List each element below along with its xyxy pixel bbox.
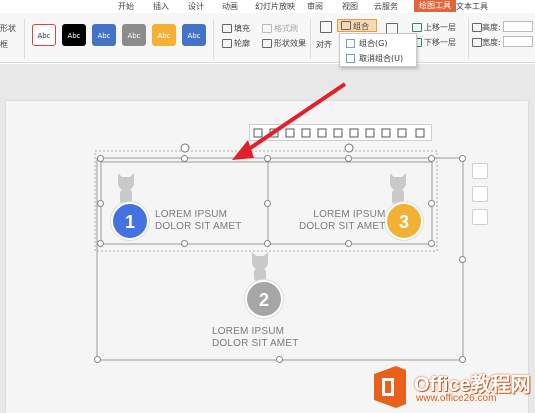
item-1-text[interactable]: LOREM IPSUM DOLOR SIT AMET: [155, 209, 242, 233]
shape-plus-icon[interactable]: [472, 163, 488, 179]
resize-handle[interactable]: [97, 200, 104, 207]
number-circle-1[interactable]: 1: [111, 202, 149, 240]
ribbon: 形状 框 Abc Abc Abc Abc Abc Abc 填充 格式刷 轮廓 形…: [0, 13, 535, 63]
ungroup-menu-item[interactable]: 取消组合(U): [343, 52, 415, 65]
shape-style-blue-2[interactable]: Abc: [182, 24, 206, 46]
width-label: 宽度:: [482, 38, 501, 47]
resize-handle[interactable]: [264, 200, 271, 207]
resize-handle[interactable]: [264, 155, 271, 162]
number-circle-3[interactable]: 3: [385, 202, 423, 240]
resize-handle[interactable]: [276, 356, 283, 363]
shape-style-white[interactable]: Abc: [32, 24, 56, 46]
resize-handle[interactable]: [428, 200, 435, 207]
tab-view[interactable]: 视图: [342, 1, 358, 12]
resize-handle[interactable]: [181, 240, 188, 247]
format-painter-icon: [262, 24, 272, 33]
tab-cloud[interactable]: 云服务: [374, 1, 398, 12]
item-3-line2: DOLOR SIT AMET: [299, 221, 386, 232]
resize-handle[interactable]: [97, 240, 104, 247]
tab-animation[interactable]: 动画: [222, 1, 238, 12]
office26-watermark: Office教程网 www.office26.com: [368, 362, 535, 413]
group-button[interactable]: 组合: [353, 21, 369, 32]
height-icon: [472, 23, 482, 32]
group-icon: [346, 39, 355, 48]
item-1-line1: LOREM IPSUM: [155, 209, 228, 220]
item-3-line1: LOREM IPSUM: [313, 209, 386, 220]
resize-handle[interactable]: [345, 155, 352, 162]
send-backward-button[interactable]: 下移一层: [424, 37, 456, 48]
menu-bar: 开始 插入 设计 动画 幻灯片放映 审阅 视图 云服务 绘图工具 文本工具: [0, 0, 535, 13]
resize-handle[interactable]: [459, 155, 466, 162]
tab-design[interactable]: 设计: [188, 1, 204, 12]
tab-slideshow[interactable]: 幻灯片放映: [255, 1, 295, 12]
outline-button[interactable]: 轮廓: [234, 38, 250, 49]
resize-handle[interactable]: [428, 155, 435, 162]
tab-text-tools[interactable]: 文本工具: [456, 1, 488, 12]
group-dropdown: 组合(G) 取消组合(U): [339, 33, 417, 67]
resize-handle[interactable]: [345, 240, 352, 247]
bring-forward-button[interactable]: 上移一层: [424, 22, 456, 33]
item-1-line2: DOLOR SIT AMET: [155, 221, 242, 232]
resize-handle[interactable]: [428, 240, 435, 247]
shape-effects-icon: [262, 39, 272, 48]
shape-style-black[interactable]: Abc: [62, 24, 86, 46]
resize-handle[interactable]: [264, 240, 271, 247]
width-input[interactable]: [503, 36, 533, 47]
shape-style-icon[interactable]: [472, 209, 488, 225]
bring-forward-icon: [412, 23, 422, 32]
number-circle-2[interactable]: 2: [245, 280, 283, 318]
group-button-highlight[interactable]: 组合: [337, 19, 377, 32]
ungroup-menu-label: 取消组合(U): [359, 54, 404, 63]
width-icon: [472, 38, 482, 47]
item-2-line2: DOLOR SIT AMET: [212, 338, 299, 349]
group-menu-label: 组合(G): [359, 39, 388, 48]
watermark-url: www.office26.com: [416, 393, 497, 404]
frame-label[interactable]: 框: [0, 39, 8, 50]
item-2-line1: LOREM IPSUM: [212, 326, 285, 337]
height-label: 高度:: [482, 23, 501, 32]
outline-icon: [222, 39, 232, 48]
group-menu-item[interactable]: 组合(G): [343, 37, 415, 50]
tab-insert[interactable]: 插入: [153, 1, 169, 12]
tab-drawing-tools[interactable]: 绘图工具: [414, 0, 456, 12]
resize-handle[interactable]: [181, 155, 188, 162]
floating-align-toolbar: [249, 124, 432, 141]
height-input[interactable]: [503, 21, 533, 32]
shape-effects-button[interactable]: 形状效果: [274, 38, 306, 49]
resize-handle[interactable]: [97, 155, 104, 162]
item-2-text[interactable]: LOREM IPSUM DOLOR SIT AMET: [212, 326, 299, 350]
align-tools-icon[interactable]: [250, 125, 433, 142]
tab-start[interactable]: 开始: [118, 1, 134, 12]
group-icon: [341, 21, 351, 30]
ungroup-icon: [346, 54, 355, 63]
shape-label[interactable]: 形状: [0, 23, 16, 34]
format-painter-button[interactable]: 格式刷: [274, 23, 298, 34]
shape-style-orange[interactable]: Abc: [152, 24, 176, 46]
shape-style-gray[interactable]: Abc: [122, 24, 146, 46]
resize-handle[interactable]: [459, 256, 466, 263]
shape-fill-icon[interactable]: [472, 186, 488, 202]
shape-style-blue[interactable]: Abc: [92, 24, 116, 46]
tab-review[interactable]: 审阅: [307, 1, 323, 12]
slide-workspace: [0, 64, 535, 413]
office-logo-icon: [374, 366, 406, 408]
align-icon: [320, 21, 332, 33]
item-3-text[interactable]: LOREM IPSUM DOLOR SIT AMET: [299, 209, 386, 233]
fill-button[interactable]: 填充: [234, 23, 250, 34]
resize-handle[interactable]: [94, 356, 101, 363]
fill-icon: [222, 24, 232, 33]
align-button[interactable]: 对齐: [316, 39, 332, 50]
